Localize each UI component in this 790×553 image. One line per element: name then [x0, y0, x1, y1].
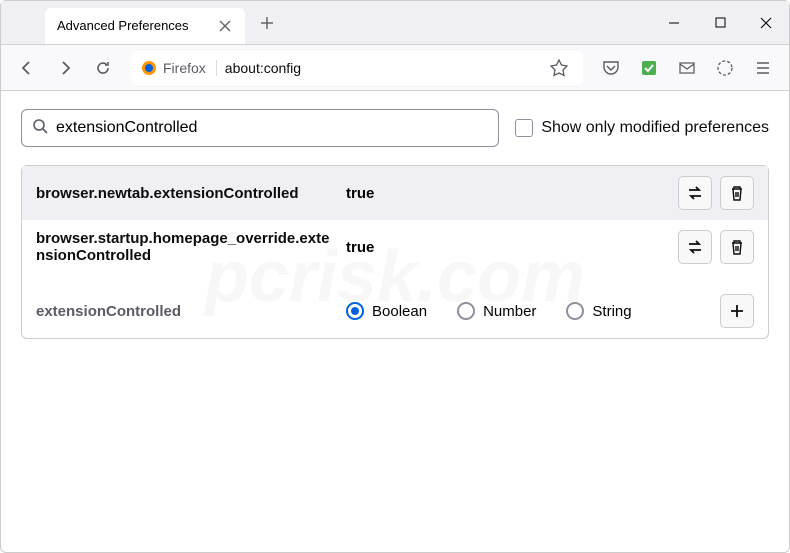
browser-tab[interactable]: Advanced Preferences	[45, 8, 245, 44]
add-button[interactable]	[720, 294, 754, 328]
pref-row[interactable]: browser.newtab.extensionControlled true	[22, 166, 768, 220]
pref-row[interactable]: browser.startup.homepage_override.extens…	[22, 220, 768, 274]
radio-icon	[457, 302, 475, 320]
account-icon[interactable]	[709, 52, 741, 84]
extension-icon[interactable]	[633, 52, 665, 84]
content-area: Show only modified preferences browser.n…	[1, 91, 789, 357]
url-text: about:config	[225, 60, 537, 76]
toggle-button[interactable]	[678, 230, 712, 264]
search-icon	[32, 118, 48, 139]
pref-value: true	[346, 239, 668, 256]
checkbox-icon	[515, 119, 533, 137]
show-modified-checkbox[interactable]: Show only modified preferences	[515, 119, 769, 137]
type-radio-group: Boolean Number String	[346, 302, 710, 320]
identity-label: Firefox	[163, 60, 206, 76]
reload-button[interactable]	[87, 52, 119, 84]
radio-boolean[interactable]: Boolean	[346, 302, 427, 320]
url-bar[interactable]: Firefox about:config	[131, 51, 583, 85]
checkbox-label: Show only modified preferences	[541, 119, 769, 137]
close-window-button[interactable]	[743, 1, 789, 45]
mail-icon[interactable]	[671, 52, 703, 84]
radio-icon	[346, 302, 364, 320]
pref-name: browser.newtab.extensionControlled	[36, 185, 336, 202]
prefs-table: browser.newtab.extensionControlled true …	[21, 165, 769, 339]
search-row: Show only modified preferences	[21, 109, 769, 147]
delete-button[interactable]	[720, 176, 754, 210]
menu-button[interactable]	[747, 52, 779, 84]
new-pref-row: extensionControlled Boolean Number Strin…	[22, 274, 768, 338]
firefox-icon	[141, 60, 157, 76]
minimize-button[interactable]	[651, 1, 697, 45]
forward-button[interactable]	[49, 52, 81, 84]
new-tab-button[interactable]	[253, 9, 281, 37]
nav-toolbar: Firefox about:config	[1, 45, 789, 91]
close-tab-icon[interactable]	[217, 18, 233, 34]
back-button[interactable]	[11, 52, 43, 84]
radio-number[interactable]: Number	[457, 302, 536, 320]
pref-value: true	[346, 185, 668, 202]
bookmark-star-icon[interactable]	[545, 54, 573, 82]
window-controls	[651, 1, 789, 45]
new-pref-name: extensionControlled	[36, 303, 336, 320]
radio-icon	[566, 302, 584, 320]
maximize-button[interactable]	[697, 1, 743, 45]
toggle-button[interactable]	[678, 176, 712, 210]
titlebar: Advanced Preferences	[1, 1, 789, 45]
identity-box[interactable]: Firefox	[141, 60, 217, 76]
radio-string[interactable]: String	[566, 302, 631, 320]
pocket-icon[interactable]	[595, 52, 627, 84]
pref-name: browser.startup.homepage_override.extens…	[36, 230, 336, 264]
tab-title: Advanced Preferences	[57, 18, 209, 33]
search-box[interactable]	[21, 109, 499, 147]
search-input[interactable]	[56, 119, 488, 137]
delete-button[interactable]	[720, 230, 754, 264]
